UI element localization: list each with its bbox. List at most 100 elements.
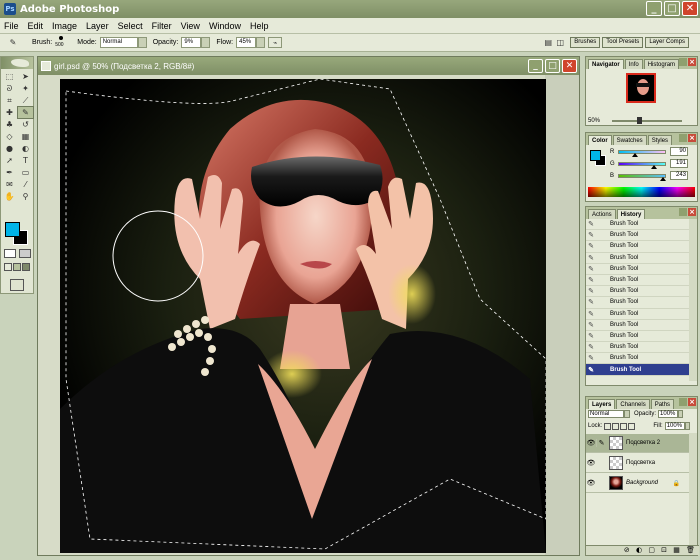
tab-actions[interactable]: Actions: [588, 209, 616, 219]
slice-tool-icon[interactable]: ⟋: [18, 95, 33, 106]
history-item[interactable]: ✎ Brush Tool: [586, 331, 690, 343]
tool-preset-icon[interactable]: ✎: [4, 37, 22, 48]
menu-edit[interactable]: Edit: [28, 21, 44, 31]
channel-r-slider[interactable]: [618, 149, 666, 157]
history-item[interactable]: ✎ Brush Tool: [586, 241, 690, 253]
layer-row[interactable]: 👁 ✎ Подсветка 2: [586, 434, 690, 453]
blur-tool-icon[interactable]: ●: [2, 143, 17, 154]
tab-navigator[interactable]: Navigator: [588, 59, 624, 69]
marquee-tool-icon[interactable]: ⬚: [2, 71, 17, 82]
brush-tool-icon[interactable]: ✎: [17, 106, 34, 119]
dodge-tool-icon[interactable]: ◐: [18, 143, 33, 154]
document-maximize-button[interactable]: □: [545, 59, 560, 73]
standard-mode-icon[interactable]: [4, 249, 16, 258]
fill-dropdown-icon[interactable]: [684, 422, 690, 430]
eye-icon[interactable]: 👁: [586, 479, 596, 487]
lock-transparency-icon[interactable]: [604, 422, 612, 430]
color-spectrum-ramp[interactable]: [588, 187, 695, 197]
layer-fill-field[interactable]: 100%: [664, 422, 685, 430]
history-item[interactable]: ✎ Brush Tool: [586, 286, 690, 298]
type-tool-icon[interactable]: T: [18, 155, 33, 166]
brush-preset-picker[interactable]: 500: [55, 35, 69, 50]
layer-opacity-field[interactable]: 100%: [658, 410, 679, 418]
layer-blend-mode[interactable]: Normal: [588, 410, 624, 418]
history-item[interactable]: ✎ Brush Tool: [586, 342, 690, 354]
tab-history[interactable]: History: [616, 209, 646, 219]
layer-row[interactable]: 👁 Подсветка: [586, 454, 690, 473]
well-tab-layer-comps[interactable]: Layer Comps: [645, 37, 689, 48]
history-item[interactable]: ✎ Brush Tool: [586, 364, 690, 376]
history-item[interactable]: ✎ Brush Tool: [586, 309, 690, 320]
channel-g-value[interactable]: 191: [670, 159, 688, 168]
tab-info[interactable]: Info: [624, 59, 643, 69]
layer-bottom-toolbar[interactable]: ⊘ ◐ ▢ ⊡ ▦ 🗑: [586, 545, 699, 555]
eye-icon[interactable]: 👁: [586, 439, 596, 447]
navigator-zoom-value[interactable]: 50%: [588, 118, 600, 124]
layers-scrollbar[interactable]: [689, 433, 697, 545]
channel-b-knob[interactable]: [659, 176, 666, 181]
mode-dropdown-arrow-icon[interactable]: [137, 37, 147, 48]
eraser-tool-icon[interactable]: ◇: [2, 131, 17, 142]
minimize-button[interactable]: _: [646, 1, 662, 16]
history-item[interactable]: ✎ Brush Tool: [586, 353, 690, 365]
history-item[interactable]: ✎ Brush Tool: [586, 320, 690, 331]
file-browser-icon[interactable]: ▤: [542, 37, 554, 48]
move-tool-icon[interactable]: ➤: [18, 71, 33, 82]
history-item[interactable]: ✎ Brush Tool: [586, 297, 690, 309]
mode-select[interactable]: Normal: [99, 37, 138, 48]
lasso-tool-icon[interactable]: ᘐ: [2, 83, 17, 94]
tab-paths[interactable]: Paths: [650, 399, 675, 409]
lock-all-icon[interactable]: [628, 422, 636, 430]
close-button[interactable]: ✕: [682, 1, 698, 16]
navigator-zoom-slider[interactable]: [612, 117, 682, 124]
panel-minimize-icon[interactable]: [679, 134, 687, 142]
channel-r-knob[interactable]: [632, 152, 639, 157]
eye-icon[interactable]: 👁: [586, 459, 596, 467]
crop-tool-icon[interactable]: ⌗: [2, 95, 17, 106]
menu-file[interactable]: File: [4, 21, 19, 31]
pen-tool-icon[interactable]: ✒: [2, 167, 17, 178]
shape-tool-icon[interactable]: ▭: [18, 167, 33, 178]
opacity-dropdown-arrow-icon[interactable]: [201, 37, 211, 48]
history-item[interactable]: ✎ Brush Tool: [586, 275, 690, 287]
color-fg-swatch[interactable]: [590, 150, 601, 161]
image-canvas[interactable]: [60, 79, 546, 553]
jump-to-imageready-icon[interactable]: [10, 279, 24, 291]
menu-layer[interactable]: Layer: [86, 21, 109, 31]
airbrush-icon[interactable]: ⌁: [268, 37, 283, 48]
flow-field[interactable]: 45%: [236, 37, 257, 48]
screen-mode-full-menu-icon[interactable]: [13, 263, 21, 271]
quick-mask-icon[interactable]: [19, 249, 31, 258]
clone-stamp-tool-icon[interactable]: ♣: [2, 119, 17, 130]
menu-filter[interactable]: Filter: [152, 21, 172, 31]
magic-wand-tool-icon[interactable]: ✦: [18, 83, 33, 94]
panel-minimize-icon[interactable]: [679, 398, 687, 406]
panel-close-icon[interactable]: ×: [688, 398, 696, 406]
tab-swatches[interactable]: Swatches: [612, 135, 647, 145]
document-close-button[interactable]: ✕: [562, 59, 577, 73]
palette-toggle-icon[interactable]: ◫: [554, 37, 566, 48]
menu-view[interactable]: View: [181, 21, 200, 31]
layer-row[interactable]: 👁 Background 🔒: [586, 474, 690, 493]
menu-image[interactable]: Image: [52, 21, 77, 31]
gradient-tool-icon[interactable]: ▦: [18, 131, 33, 142]
foreground-color-swatch[interactable]: [5, 222, 20, 237]
channel-r-value[interactable]: 90: [670, 147, 688, 156]
panel-close-icon[interactable]: ×: [688, 134, 696, 142]
well-tab-tool-presets[interactable]: Tool Presets: [602, 37, 644, 48]
panel-minimize-icon[interactable]: [679, 208, 687, 216]
panel-close-icon[interactable]: ×: [688, 58, 696, 66]
navigator-zoom-knob[interactable]: [636, 117, 642, 124]
history-item[interactable]: ✎ Brush Tool: [586, 264, 690, 275]
tab-channels[interactable]: Channels: [616, 399, 650, 409]
channel-b-slider[interactable]: [618, 173, 666, 181]
opacity-dropdown-icon[interactable]: [678, 410, 684, 418]
menu-window[interactable]: Window: [209, 21, 241, 31]
zoom-tool-icon[interactable]: ⚲: [18, 191, 33, 202]
lock-position-icon[interactable]: [620, 422, 628, 430]
menu-select[interactable]: Select: [118, 21, 143, 31]
maximize-button[interactable]: □: [664, 1, 680, 16]
history-item[interactable]: ✎ Brush Tool: [586, 230, 690, 242]
menu-help[interactable]: Help: [250, 21, 269, 31]
screen-mode-standard-icon[interactable]: [4, 263, 12, 271]
